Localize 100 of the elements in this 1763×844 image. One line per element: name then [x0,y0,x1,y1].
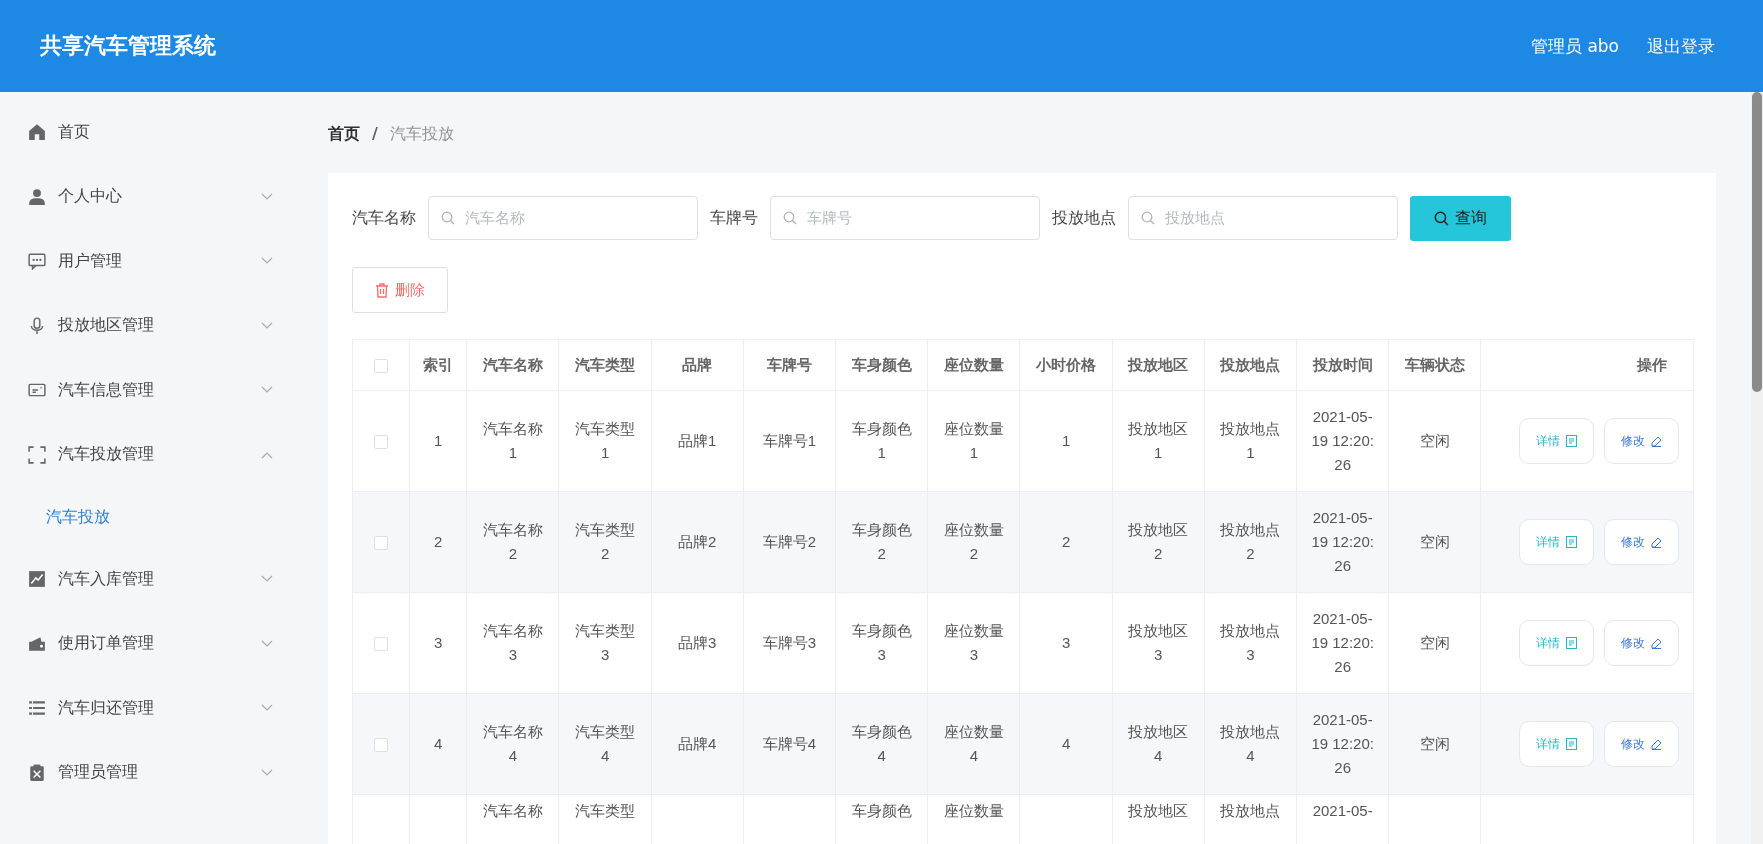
table-cell: 投放地点4 [1220,723,1281,764]
table-cell: 品牌1 [678,432,717,449]
document-icon [1566,536,1577,548]
chevron-icon [261,704,273,713]
edit-button[interactable]: 修改 [1604,620,1679,666]
chevron-icon [261,639,273,648]
sidebar-item[interactable]: 个人中心 [0,164,301,229]
menu-icon [28,699,46,718]
table-cell: 空闲 [1419,533,1450,550]
checkbox[interactable] [374,536,389,551]
table-cell: 2 [1061,533,1071,550]
menu-icon [28,252,46,271]
edit-button[interactable]: 修改 [1604,418,1679,464]
sidebar-item[interactable]: 投放地区管理 [0,293,301,358]
menu-icon [28,763,46,782]
table-cell: 品牌3 [678,634,717,651]
column-header: 汽车名称 [466,339,559,391]
search-field[interactable]: 汽车名称 [428,196,698,240]
table-cell: 车身颜色2 [851,521,912,562]
sidebar-item[interactable]: 汽车归还管理 [0,676,301,741]
checkbox[interactable] [374,359,389,374]
table-cell: 汽车名称 [482,802,543,819]
sidebar-item[interactable]: 汽车投放管理 [0,422,301,487]
column-header: 汽车类型 [558,339,652,391]
chevron-icon [261,768,273,777]
table-cell: 投放地点2 [1220,521,1281,562]
table-cell: 汽车名称2 [482,521,543,562]
table-cell: 汽车类型2 [575,521,636,562]
app-title: 共享汽车管理系统 [40,32,217,60]
column-header: 操作 [1481,339,1694,391]
pen-icon [1651,637,1662,649]
checkbox[interactable] [374,637,389,652]
table-cell: 座位数量1 [943,420,1004,461]
sidebar-item[interactable]: 用户管理 [0,229,301,294]
document-icon [1566,435,1577,447]
column-header: 车牌号 [743,339,836,391]
table-cell: 2021-05-19 12:20:26 [1311,509,1374,574]
table-cell: 空闲 [1419,432,1450,449]
sidebar-item[interactable]: 使用订单管理 [0,611,301,676]
search-icon [1434,210,1449,226]
table-cell: 车牌号2 [762,533,817,550]
table-cell: 汽车类型4 [575,723,636,764]
table-cell: 品牌2 [678,533,717,550]
table-cell: 汽车类型1 [575,420,636,461]
chevron-icon [261,450,273,459]
table-cell: 投放地区 [1128,802,1189,819]
pen-icon [1651,738,1662,750]
scrollbar[interactable] [1751,92,1763,844]
table-cell: 4 [434,735,443,752]
table-cell: 1 [434,432,443,449]
checkbox[interactable] [374,435,389,450]
logout-link[interactable]: 退出登录 [1647,34,1715,58]
menu-icon [28,570,46,589]
checkbox[interactable] [374,738,389,753]
search-field[interactable]: 投放地点 [1128,196,1398,240]
column-header: 车辆状态 [1388,339,1481,391]
table-cell: 投放地区3 [1128,622,1189,663]
field-label: 汽车名称 [352,207,416,229]
table-cell: 座位数量4 [943,723,1004,764]
table-cell: 座位数量3 [943,622,1004,663]
column-header: 投放地点 [1204,339,1297,391]
column-header: 投放地区 [1112,339,1205,391]
table-cell: 2021-05- [1312,802,1373,819]
column-header: 索引 [409,339,467,391]
sidebar-item[interactable]: 汽车入库管理 [0,547,301,612]
table-cell: 车身颜色3 [851,622,912,663]
table-cell: 车牌号1 [762,432,817,449]
table-cell: 2021-05-19 12:20:26 [1311,408,1374,473]
column-header: 品牌 [651,339,744,391]
query-button[interactable]: 查询 [1410,195,1511,241]
table-cell: 投放地区2 [1128,521,1189,562]
chevron-icon [261,321,273,330]
table-cell: 空闲 [1419,735,1450,752]
table-cell: 3 [1061,634,1071,651]
table-cell: 空闲 [1419,634,1450,651]
table-cell: 2021-05-19 12:20:26 [1311,711,1374,776]
document-icon [1566,637,1577,649]
table-cell: 2 [434,533,443,550]
search-field[interactable]: 车牌号 [770,196,1040,240]
sidebar-item[interactable]: 管理员管理 [0,740,301,805]
breadcrumb-current: 汽车投放 [389,124,454,145]
table-cell: 2021-05-19 12:20:26 [1311,610,1374,675]
breadcrumb-separator: / [372,124,378,145]
menu-icon [28,316,46,335]
table-cell: 投放地点1 [1220,420,1281,461]
field-label: 车牌号 [710,207,758,229]
user-name: 管理员 abo [1531,34,1619,58]
document-icon [1566,738,1577,750]
search-icon [783,211,797,225]
chevron-icon [261,386,273,395]
submenu-item[interactable]: 汽车投放 [0,487,301,547]
sidebar-item[interactable]: 汽车信息管理 [0,358,301,423]
pen-icon [1651,435,1662,447]
edit-button[interactable]: 修改 [1604,519,1679,565]
menu-icon [28,445,46,464]
edit-button[interactable]: 修改 [1604,721,1679,767]
table-cell: 汽车类型 [575,802,636,819]
table-cell: 车牌号3 [762,634,817,651]
breadcrumb-link[interactable]: 首页 [328,124,360,145]
sidebar-item[interactable]: 首页 [0,100,301,165]
